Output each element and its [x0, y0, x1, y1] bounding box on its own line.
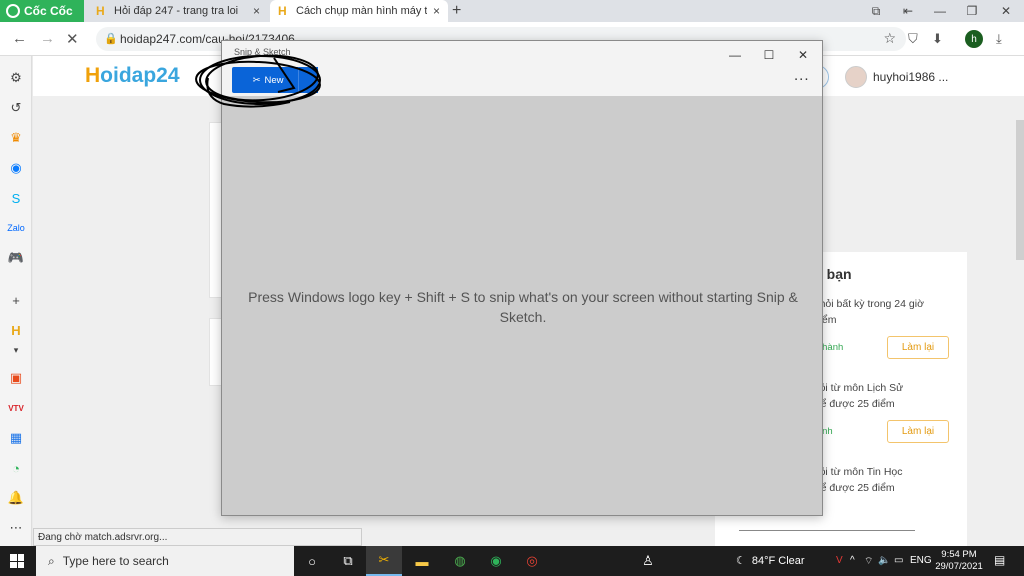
- bookmark-star-icon[interactable]: ☆: [883, 30, 896, 47]
- people-icon[interactable]: ♙: [638, 552, 658, 570]
- coccoc-logo-icon: [6, 4, 20, 18]
- user-avatar: [845, 66, 867, 88]
- discount-icon[interactable]: ▦: [8, 430, 24, 446]
- search-icon: ⌕: [48, 553, 55, 568]
- redo-button[interactable]: Làm lại: [887, 420, 949, 443]
- settings-gear-icon[interactable]: ⚙: [8, 70, 24, 86]
- notifications-icon[interactable]: ▤: [994, 553, 1005, 567]
- forward-arrow-icon[interactable]: →: [40, 30, 55, 47]
- back-history-icon[interactable]: ⇤: [892, 0, 924, 22]
- downloads-icon[interactable]: ⤓: [996, 31, 1002, 47]
- coccoc-taskbar-icon[interactable]: ◉: [486, 552, 506, 570]
- hoidap-favicon-icon: H: [278, 4, 287, 18]
- expand-arrow-icon[interactable]: ▾: [8, 342, 24, 358]
- minimize-button[interactable]: —: [924, 0, 956, 22]
- tab-title: Cách chụp màn hình máy tính: [296, 5, 427, 17]
- language-indicator[interactable]: ENG: [910, 555, 932, 566]
- cortana-icon[interactable]: ○: [302, 552, 322, 570]
- tab-close-icon[interactable]: ×: [253, 4, 260, 18]
- loading-status-bar: Đang chờ match.adsrvr.org...: [33, 528, 362, 546]
- tab-active-question[interactable]: H Cách chụp màn hình máy tính ×: [270, 0, 448, 22]
- crown-icon[interactable]: ♛: [8, 130, 24, 146]
- moon-icon: ☾: [736, 555, 746, 567]
- username-label: huyhoi1986 ...: [873, 70, 949, 84]
- messenger-icon[interactable]: ◉: [8, 160, 24, 176]
- shopping-app-icon[interactable]: ▣: [8, 370, 24, 386]
- lock-icon: 🔒: [104, 33, 118, 45]
- windows-start-icon[interactable]: [10, 554, 24, 568]
- task-view-icon[interactable]: ⧉: [338, 552, 358, 570]
- snip-hint-message: Press Windows logo key + Shift + S to sn…: [248, 289, 798, 325]
- file-explorer-icon[interactable]: ▬: [412, 552, 432, 570]
- tray-expand-icon[interactable]: ^: [850, 555, 855, 566]
- history-icon[interactable]: ↺: [8, 100, 24, 116]
- notification-bell-icon[interactable]: 🔔: [8, 490, 24, 506]
- zalo-icon[interactable]: Zalo: [7, 220, 25, 236]
- extension-icon[interactable]: ⛉: [908, 31, 918, 47]
- page-scrollbar[interactable]: [1016, 120, 1024, 260]
- snip-close-button[interactable]: ✕: [788, 45, 818, 65]
- translate-icon[interactable]: ◔: [8, 460, 24, 476]
- tab-title: Hỏi đáp 247 - trang tra loi: [114, 5, 239, 17]
- search-placeholder: Type here to search: [62, 554, 169, 568]
- tab-hoidap-home[interactable]: H Hỏi đáp 247 - trang tra loi ×: [88, 0, 268, 22]
- stop-loading-icon[interactable]: ✕: [66, 30, 79, 48]
- download-manager-icon[interactable]: ⬇: [932, 31, 943, 47]
- back-arrow-icon[interactable]: ←: [12, 30, 27, 47]
- snip-minimize-button[interactable]: —: [720, 45, 750, 65]
- new-tab-button[interactable]: +: [452, 2, 461, 20]
- annotation-scribble: [195, 54, 321, 108]
- clock-date: 29/07/2021: [935, 561, 983, 572]
- panel-divider: [739, 530, 915, 531]
- browser-tab-strip: Cốc Cốc H Hỏi đáp 247 - trang tra loi × …: [0, 0, 1024, 22]
- brand-label: Cốc Cốc: [24, 4, 73, 18]
- photos-app-icon[interactable]: ◍: [450, 552, 470, 570]
- hoidap-favicon-icon: H: [96, 4, 105, 18]
- chrome-taskbar-icon[interactable]: ◎: [522, 552, 542, 570]
- wifi-icon[interactable]: ⌔: [864, 555, 873, 568]
- more-options-icon[interactable]: ⋯: [8, 520, 24, 536]
- snip-maximize-button[interactable]: ☐: [754, 45, 784, 65]
- add-shortcut-icon[interactable]: +: [8, 292, 24, 308]
- hoidap-shortcut-icon[interactable]: H: [8, 322, 24, 338]
- restore-button[interactable]: ❐: [956, 0, 988, 22]
- user-menu[interactable]: huyhoi1986 ...: [845, 66, 948, 88]
- tab-close-icon[interactable]: ×: [433, 4, 440, 18]
- close-window-button[interactable]: ✕: [990, 0, 1022, 22]
- tab-search-icon[interactable]: ⧉: [860, 0, 892, 22]
- profile-avatar[interactable]: h: [965, 30, 983, 48]
- see-more-icon[interactable]: ...: [794, 67, 810, 84]
- battery-icon[interactable]: ▭: [894, 555, 903, 566]
- browser-sidebar: ⚙ ↺ ♛ ◉ S Zalo 🎮 + H ▾ ▣ VTV ▦ ◔ 🔔 ⋯: [0, 56, 32, 546]
- game-controller-icon[interactable]: 🎮: [8, 250, 24, 266]
- site-logo[interactable]: Hoidap24: [85, 64, 180, 88]
- clock-time: 9:54 PM: [941, 549, 977, 560]
- vivaldi-tray-icon[interactable]: V: [836, 555, 843, 566]
- taskbar-clock[interactable]: 9:54 PM 29/07/2021: [934, 549, 984, 573]
- weather-text: 84°F Clear: [751, 554, 805, 567]
- skype-icon[interactable]: S: [8, 190, 24, 206]
- weather-widget[interactable]: ☾ 84°F Clear: [736, 554, 805, 568]
- vtv-icon[interactable]: VTV: [8, 400, 24, 416]
- coccoc-menu-button[interactable]: Cốc Cốc: [0, 0, 84, 22]
- taskbar-search-box[interactable]: ⌕ Type here to search: [36, 546, 294, 576]
- redo-button[interactable]: Làm lại: [887, 336, 949, 359]
- snip-app-icon: ✂: [378, 552, 390, 567]
- windows-taskbar: ⌕ Type here to search ○ ⧉ ✂ ▬ ◍ ◉ ◎ ♙ ☾ …: [0, 546, 1024, 576]
- volume-icon[interactable]: 🔈: [878, 555, 890, 566]
- snip-taskbar-button[interactable]: ✂: [366, 546, 402, 576]
